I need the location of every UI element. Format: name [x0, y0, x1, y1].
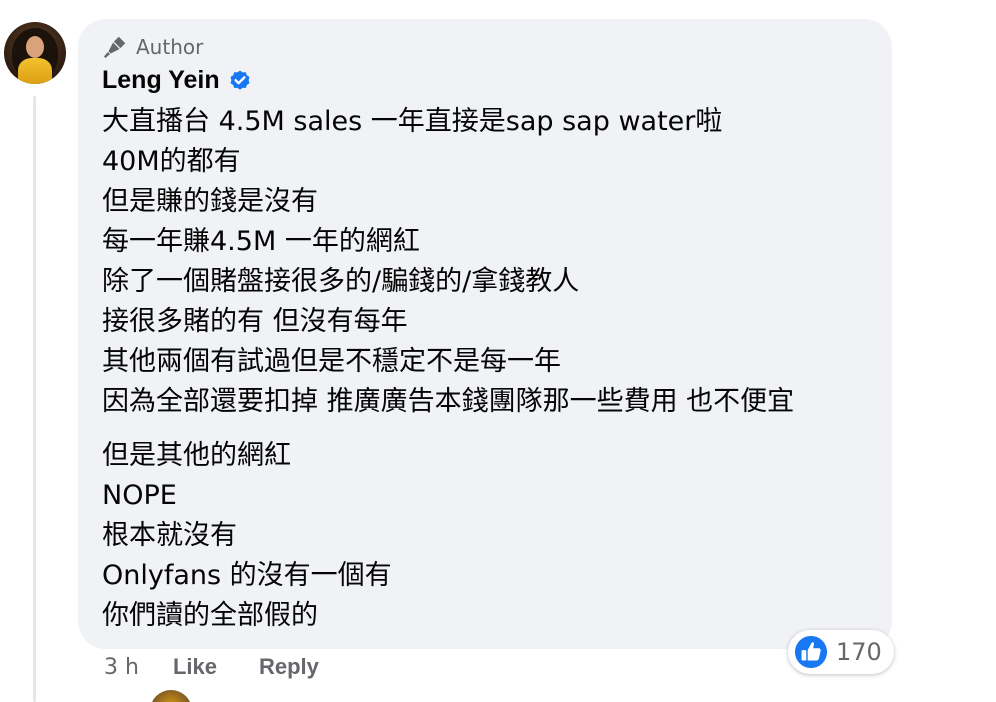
verified-badge-icon — [230, 70, 250, 90]
comment-line: 但是其他的網紅 — [102, 440, 291, 471]
avatar-face — [26, 36, 44, 58]
comment-line: 每一年賺4.5M 一年的網紅 — [102, 226, 420, 257]
comment-actions: 3 h Like Reply — [104, 654, 361, 680]
comment-line: 因為全部還要扣掉 推廣廣告本錢團隊那一些費用 也不便宜 — [102, 386, 795, 417]
comment-line: 其他兩個有試過但是不穩定不是每一年 — [102, 346, 561, 377]
comment-line: 但是賺的錢是沒有 — [102, 186, 318, 217]
comment-line: 大直播台 4.5M sales 一年直接是sap sap water啦 — [102, 106, 723, 137]
avatar-dress — [18, 58, 52, 84]
author-badge-label: Author — [136, 35, 204, 59]
thread-line — [33, 96, 36, 702]
like-button[interactable]: Like — [173, 654, 217, 680]
comment-line: 根本就沒有 — [102, 520, 237, 551]
comment-line: NOPE — [102, 480, 177, 511]
reaction-summary[interactable]: 170 — [788, 630, 894, 674]
like-thumb-icon — [794, 635, 828, 669]
author-name[interactable]: Leng Yein — [102, 66, 220, 95]
reaction-count: 170 — [836, 638, 882, 666]
reply-button[interactable]: Reply — [259, 654, 319, 680]
comment-timestamp[interactable]: 3 h — [104, 655, 139, 680]
author-name-row: Leng Yein — [102, 66, 252, 95]
comment-line: 你們讀的全部假的 — [102, 600, 318, 631]
comment-line: 接很多賭的有 但沒有每年 — [102, 306, 408, 337]
comment-body: 大直播台 4.5M sales 一年直接是sap sap water啦 40M的… — [102, 102, 882, 636]
comment-line: Onlyfans 的沒有一個有 — [102, 560, 392, 591]
comment-line: 40M的都有 — [102, 146, 241, 177]
reply-avatar[interactable] — [150, 690, 192, 702]
author-avatar[interactable] — [4, 22, 66, 84]
comment-thread: Author Leng Yein 大直播台 4.5M sales 一年直接是sa… — [0, 0, 996, 702]
microphone-icon — [103, 36, 126, 59]
comment-line: 除了一個賭盤接很多的/騙錢的/拿錢教人 — [102, 266, 580, 297]
author-badge: Author — [102, 34, 203, 60]
